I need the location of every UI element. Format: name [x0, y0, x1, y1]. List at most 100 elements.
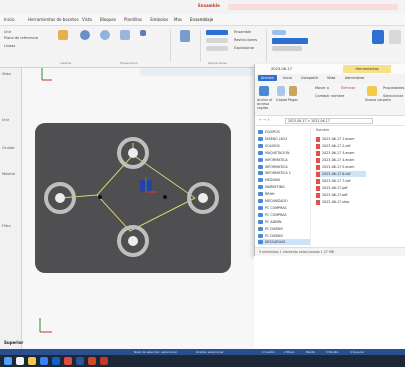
tab-simbolos[interactable]: Simbolos: [150, 17, 168, 22]
file-item[interactable]: 2023-06-17 2.dxf: [316, 143, 351, 149]
ribbon-label-lines[interactable]: Lineas: [4, 44, 15, 48]
tab-sketch-tools[interactable]: Herramientas de bocetos: [28, 17, 79, 22]
ribbon-label-restricciones[interactable]: Restricciones: [234, 38, 257, 42]
nav-item[interactable]: INFORMATICA: [258, 157, 288, 163]
option-2[interactable]: [206, 38, 228, 43]
left-panel-label[interactable]: Ocultar: [2, 146, 15, 150]
cad-icon[interactable]: [64, 357, 72, 365]
list-option-selected[interactable]: [272, 38, 308, 44]
sphere-tool-icon[interactable]: [100, 30, 110, 40]
tab-vista[interactable]: Vista: [82, 17, 92, 22]
address-box[interactable]: 2023-06-17 > 2023-06-17: [285, 118, 373, 124]
tab-bloques[interactable]: Bloques: [100, 17, 116, 22]
explorer-tab-administrar[interactable]: Administrar: [345, 76, 365, 80]
hole-right[interactable]: [187, 182, 219, 214]
file-item[interactable]: 2023-06-17.pdf: [316, 185, 348, 191]
nav-item[interactable]: PC DISENO: [258, 226, 283, 232]
part-plate[interactable]: [35, 123, 231, 273]
insert-part-icon[interactable]: [58, 30, 68, 40]
explorer-ribbon-label[interactable]: Eliminar: [341, 86, 355, 90]
mirror-tool-icon[interactable]: [389, 30, 401, 44]
nav-item[interactable]: MEDIDAS: [258, 177, 280, 183]
word-icon[interactable]: [76, 357, 84, 365]
back-arrow-icon[interactable]: ← → ↑: [259, 118, 270, 122]
tab-inicio[interactable]: Inicio: [4, 17, 15, 22]
paste-icon[interactable]: [289, 86, 297, 96]
new-folder-icon[interactable]: [367, 86, 377, 96]
option-3[interactable]: [206, 46, 228, 51]
explorer-ribbon-label[interactable]: Mover a: [315, 86, 329, 90]
assembly-tool-icon[interactable]: [180, 30, 190, 42]
left-panel-label[interactable]: Filtro: [2, 224, 11, 228]
view-toolbar[interactable]: [140, 68, 254, 76]
circle-tool-icon[interactable]: [80, 30, 90, 40]
file-item[interactable]: 2023-06-17.pdf: [316, 192, 348, 198]
search-icon[interactable]: [16, 357, 24, 365]
pin-icon[interactable]: [259, 86, 269, 96]
nav-item[interactable]: INFORMATICA: [258, 164, 288, 170]
nav-item[interactable]: PC DISENO: [258, 233, 283, 239]
explorer-tab-archivo[interactable]: Archivo: [258, 75, 277, 81]
explorer-tab-inicio[interactable]: Inicio: [283, 76, 292, 80]
status-item[interactable]: Planta: [306, 350, 315, 354]
status-item[interactable]: 4 Superior: [350, 350, 365, 354]
nav-item-label: DISENO 2023: [265, 136, 288, 141]
hole-left[interactable]: [44, 182, 76, 214]
nav-item[interactable]: PC COMPRAS: [258, 212, 287, 218]
ribbon-label-ensamble[interactable]: Ensamble: [234, 30, 251, 34]
left-panel-label[interactable]: Mostrar: [2, 172, 15, 176]
nav-item[interactable]: EQUIPOS: [258, 129, 280, 135]
status-item[interactable]: 1 Cuadro: [262, 350, 275, 354]
nav-item[interactable]: MAQUETACION: [258, 150, 289, 156]
powerpoint-icon[interactable]: [88, 357, 96, 365]
status-item[interactable]: 3 Boceto: [326, 350, 338, 354]
nav-item[interactable]: DESCARGAS: [258, 239, 310, 246]
acrobat-icon[interactable]: [100, 357, 108, 365]
ribbon-label-ref-plane[interactable]: Plano de referencia: [4, 36, 44, 40]
boolean-tool-icon[interactable]: [120, 30, 130, 40]
ribbon-label-unir[interactable]: Unir: [4, 30, 11, 34]
nav-item[interactable]: SOLIDOS: [258, 143, 280, 149]
left-panel-label[interactable]: Vista: [2, 72, 11, 76]
list-option-1[interactable]: [272, 30, 286, 35]
file-explorer-window[interactable]: 2023-06-17 Herramientas Archivo Inicio C…: [254, 64, 405, 256]
browser-icon[interactable]: [40, 357, 48, 365]
column-header-name[interactable]: Nombre: [316, 128, 329, 132]
explorer-ribbon-label[interactable]: Cambiar nombre: [315, 94, 344, 98]
explorer-address-bar[interactable]: ← → ↑ 2023-06-17 > 2023-06-17: [255, 116, 405, 126]
list-option-3[interactable]: [272, 46, 302, 51]
file-item[interactable]: 2023-06-17 7.dxf: [316, 178, 351, 184]
mail-icon[interactable]: [52, 357, 60, 365]
file-item[interactable]: 2023-06-17 4.ecam: [316, 157, 354, 163]
nav-item[interactable]: MARKETING: [258, 184, 285, 190]
nav-item[interactable]: RRHH: [258, 191, 275, 197]
left-panel-label[interactable]: Unir: [2, 118, 9, 122]
nav-item[interactable]: PC COMPRAS: [258, 205, 287, 211]
nav-item[interactable]: DISENO 2023: [258, 136, 287, 142]
file-item[interactable]: 2023-06-17 3.ecam: [316, 150, 354, 156]
feature-tool-icon[interactable]: [140, 30, 146, 36]
tab-ensamblaje[interactable]: Ensamblaje: [190, 17, 213, 22]
nav-item[interactable]: INFORMATICA 2: [258, 170, 291, 176]
tab-plantillas[interactable]: Plantillas: [124, 17, 142, 22]
explorer-tab-vista[interactable]: Vista: [327, 76, 335, 80]
file-item[interactable]: 2023-06-17.step: [316, 199, 349, 205]
explorer-ribbon-label[interactable]: Seleccionar: [383, 94, 403, 98]
tab-mas[interactable]: Mas: [174, 17, 182, 22]
copy-icon[interactable]: [277, 86, 285, 96]
nav-item[interactable]: PC ADMIN: [258, 219, 281, 225]
windows-icon[interactable]: [4, 357, 12, 365]
file-item[interactable]: 2023-06-17 5.ecam: [316, 164, 354, 170]
selected-option[interactable]: [206, 30, 228, 35]
file-item[interactable]: 2023-06-17 6.dxf: [316, 171, 366, 177]
selection-tool-icon[interactable]: [372, 30, 384, 44]
status-item[interactable]: 2 Plano: [284, 350, 294, 354]
hole-bottom[interactable]: [117, 225, 149, 257]
file-explorer-icon[interactable]: [28, 357, 36, 365]
explorer-ribbon-label[interactable]: Propiedades: [383, 86, 404, 90]
explorer-context-tab[interactable]: Herramientas: [343, 65, 391, 73]
ribbon-label-explosionar[interactable]: Explosionar: [234, 46, 254, 50]
explorer-tab-compartir[interactable]: Compartir: [301, 76, 318, 80]
nav-item[interactable]: MECANIZADO: [258, 198, 288, 204]
file-item[interactable]: 2023-06-17 1.ecam: [316, 136, 354, 142]
